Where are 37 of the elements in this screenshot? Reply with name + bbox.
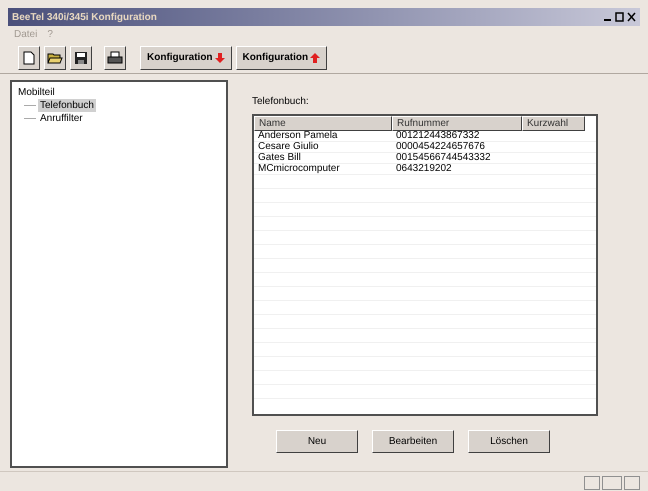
toolbar-button[interactable]: Konfiguration [236,46,328,70]
table-cell-text: Cesare Giulio [257,142,320,152]
phonebook-label: Telefonbuch: [252,95,310,109]
table-cell-text: Anderson Pamela [257,131,338,141]
new-document-icon [23,50,35,64]
window-title: BeeTel 340i/345i Konfiguration [12,10,157,24]
tree-connector [24,118,36,119]
folder-icon [47,51,63,64]
toolbar-button[interactable] [104,46,126,70]
close-icon[interactable] [627,12,636,22]
status-pane [624,476,640,490]
tree-item[interactable]: Mobilteil [16,86,57,99]
printer-icon [107,50,123,64]
status-pane [602,476,622,490]
arrow-down-icon [214,52,225,62]
tree-item[interactable]: Telefonbuch [38,99,96,112]
table-cell-text: MCmicrocomputer [257,164,341,174]
toolbar-button[interactable] [44,46,66,70]
table-cell-text: 00154566744543332 [395,153,492,163]
toolbar-button[interactable] [70,46,92,70]
column-header[interactable]: Kurzwahl [522,116,585,131]
action-button[interactable]: Bearbeiten [372,430,454,453]
toolbar-button[interactable] [18,46,40,70]
maximize-icon[interactable] [615,12,624,22]
column-header[interactable]: Name [254,116,392,131]
table-cell-text: 0643219202 [395,164,453,174]
status-pane [584,476,600,490]
tree-item[interactable]: Anruffilter [38,112,85,125]
table-cell-text: 0000454224657676 [395,142,486,152]
column-header[interactable]: Rufnummer [392,116,522,131]
arrow-up-icon [310,52,320,62]
table-cell-text: 001212443867332 [395,131,480,141]
table-cell-text: Gates Bill [257,153,302,163]
tree-connector [24,105,36,106]
toolbar-button[interactable]: Konfiguration [140,46,232,70]
action-button[interactable]: Neu [276,430,358,453]
action-button[interactable]: Löschen [468,430,550,453]
